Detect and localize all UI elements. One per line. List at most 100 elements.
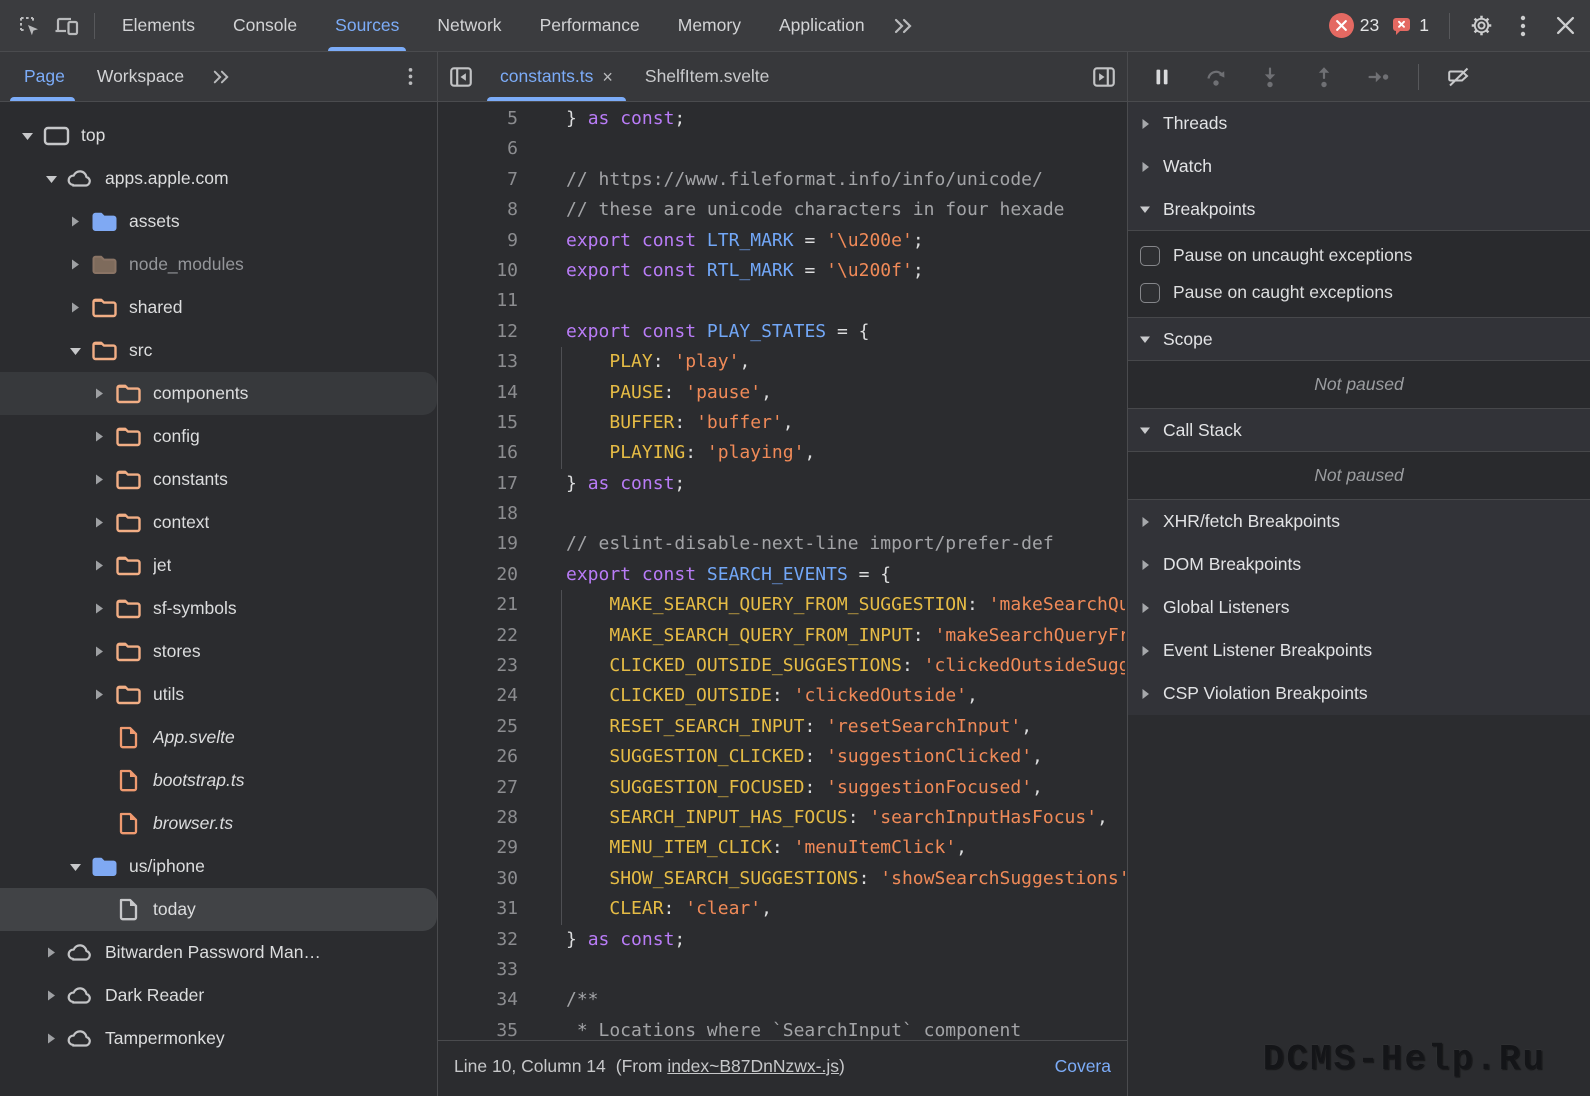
section-call-stack[interactable]: Call Stack	[1128, 409, 1590, 452]
chevron-right-icon[interactable]	[88, 387, 110, 400]
close-tab-icon[interactable]: ×	[602, 68, 613, 86]
more-tabs-icon[interactable]	[884, 8, 922, 44]
line-number[interactable]: 32	[438, 925, 518, 955]
line-number[interactable]: 12	[438, 317, 518, 347]
step-out-icon[interactable]	[1302, 59, 1346, 95]
hide-navigator-icon[interactable]	[438, 52, 484, 101]
tree-item-constants[interactable]: constants	[0, 458, 437, 501]
chevron-right-icon[interactable]	[40, 989, 62, 1002]
tab-memory[interactable]: Memory	[659, 0, 760, 51]
code-line[interactable]: 18	[438, 499, 1127, 529]
step-over-icon[interactable]	[1194, 59, 1238, 95]
checkbox-unchecked-icon[interactable]	[1140, 283, 1160, 303]
chevron-right-icon[interactable]	[88, 645, 110, 658]
sourcemap-link[interactable]: index~B87DnNzwx-.js	[667, 1056, 839, 1076]
issues-badge[interactable]: 1	[1391, 15, 1429, 37]
tree-item-bitwarden-password-man[interactable]: Bitwarden Password Man…	[0, 931, 437, 974]
coverage-link[interactable]: Covera	[1045, 1056, 1111, 1077]
chevron-down-icon[interactable]	[64, 346, 86, 356]
step-into-icon[interactable]	[1248, 59, 1292, 95]
line-number[interactable]: 13	[438, 347, 518, 377]
close-icon[interactable]	[1546, 8, 1584, 44]
line-number[interactable]: 28	[438, 803, 518, 833]
line-number[interactable]: 5	[438, 104, 518, 134]
tab-performance[interactable]: Performance	[521, 0, 659, 51]
chevron-right-icon[interactable]	[88, 559, 110, 572]
line-number[interactable]: 9	[438, 226, 518, 256]
code-line[interactable]: 27 SUGGESTION_FOCUSED: 'suggestionFocuse…	[438, 773, 1127, 803]
line-number[interactable]: 33	[438, 955, 518, 985]
code-line[interactable]: 6	[438, 134, 1127, 164]
section-scope[interactable]: Scope	[1128, 318, 1590, 361]
tree-item-today[interactable]: today	[0, 888, 437, 931]
code-line[interactable]: 33	[438, 955, 1127, 985]
code-line[interactable]: 29 MENU_ITEM_CLICK: 'menuItemClick',	[438, 833, 1127, 863]
line-number[interactable]: 35	[438, 1016, 518, 1040]
line-number[interactable]: 18	[438, 499, 518, 529]
tree-item-us-iphone[interactable]: us/iphone	[0, 845, 437, 888]
line-number[interactable]: 25	[438, 712, 518, 742]
line-number[interactable]: 27	[438, 773, 518, 803]
code-line[interactable]: 24 CLICKED_OUTSIDE: 'clickedOutside',	[438, 681, 1127, 711]
code-line[interactable]: 9export const LTR_MARK = '\u200e';	[438, 226, 1127, 256]
chevron-right-icon[interactable]	[88, 602, 110, 615]
code-line[interactable]: 15 BUFFER: 'buffer',	[438, 408, 1127, 438]
chevron-right-icon[interactable]	[88, 473, 110, 486]
code-line[interactable]: 11	[438, 286, 1127, 316]
tab-constants-ts[interactable]: constants.ts ×	[484, 52, 629, 101]
tab-elements[interactable]: Elements	[103, 0, 214, 51]
tree-item-sf-symbols[interactable]: sf-symbols	[0, 587, 437, 630]
code-line[interactable]: 17} as const;	[438, 469, 1127, 499]
tree-item-browser-ts[interactable]: browser.ts	[0, 802, 437, 845]
chevron-right-icon[interactable]	[64, 215, 86, 228]
code-line[interactable]: 20export const SEARCH_EVENTS = {	[438, 560, 1127, 590]
line-number[interactable]: 29	[438, 833, 518, 863]
tree-item-components[interactable]: components	[0, 372, 437, 415]
tree-item-stores[interactable]: stores	[0, 630, 437, 673]
code-line[interactable]: 23 CLICKED_OUTSIDE_SUGGESTIONS: 'clicked…	[438, 651, 1127, 681]
line-number[interactable]: 24	[438, 681, 518, 711]
code-line[interactable]: 10export const RTL_MARK = '\u200f';	[438, 256, 1127, 286]
line-number[interactable]: 19	[438, 529, 518, 559]
code-line[interactable]: 35 * Locations where `SearchInput` compo…	[438, 1016, 1127, 1040]
more-nav-tabs-icon[interactable]	[202, 59, 240, 95]
section-global-listeners[interactable]: Global Listeners	[1128, 586, 1590, 629]
section-xhr-breakpoints[interactable]: XHR/fetch Breakpoints	[1128, 500, 1590, 543]
line-number[interactable]: 30	[438, 864, 518, 894]
chevron-right-icon[interactable]	[40, 946, 62, 959]
tree-item-apps-apple-com[interactable]: apps.apple.com	[0, 157, 437, 200]
chevron-right-icon[interactable]	[88, 688, 110, 701]
line-number[interactable]: 11	[438, 286, 518, 316]
code-line[interactable]: 25 RESET_SEARCH_INPUT: 'resetSearchInput…	[438, 712, 1127, 742]
tree-item-app-svelte[interactable]: App.svelte	[0, 716, 437, 759]
code-line[interactable]: 28 SEARCH_INPUT_HAS_FOCUS: 'searchInputH…	[438, 803, 1127, 833]
deactivate-breakpoints-icon[interactable]	[1437, 59, 1481, 95]
section-dom-breakpoints[interactable]: DOM Breakpoints	[1128, 543, 1590, 586]
chevron-right-icon[interactable]	[64, 258, 86, 271]
show-debugger-panel-icon[interactable]	[1081, 52, 1127, 101]
chevron-right-icon[interactable]	[64, 301, 86, 314]
code-line[interactable]: 26 SUGGESTION_CLICKED: 'suggestionClicke…	[438, 742, 1127, 772]
tab-console[interactable]: Console	[214, 0, 316, 51]
chevron-right-icon[interactable]	[88, 430, 110, 443]
line-number[interactable]: 7	[438, 165, 518, 195]
line-number[interactable]: 34	[438, 985, 518, 1015]
code-editor[interactable]: 5} as const;67// https://www.fileformat.…	[438, 102, 1127, 1040]
section-csp-violation-breakpoints[interactable]: CSP Violation Breakpoints	[1128, 672, 1590, 715]
code-line[interactable]: 16 PLAYING: 'playing',	[438, 438, 1127, 468]
line-number[interactable]: 17	[438, 469, 518, 499]
tab-sources[interactable]: Sources	[316, 0, 418, 51]
tree-item-top[interactable]: top	[0, 114, 437, 157]
tab-page[interactable]: Page	[8, 52, 81, 101]
navigator-kebab-icon[interactable]	[391, 59, 429, 95]
section-event-listener-breakpoints[interactable]: Event Listener Breakpoints	[1128, 629, 1590, 672]
line-number[interactable]: 16	[438, 438, 518, 468]
pause-caught-row[interactable]: Pause on caught exceptions	[1128, 274, 1590, 311]
line-number[interactable]: 8	[438, 195, 518, 225]
line-number[interactable]: 6	[438, 134, 518, 164]
device-toolbar-icon[interactable]	[48, 8, 86, 44]
tree-item-context[interactable]: context	[0, 501, 437, 544]
line-number[interactable]: 31	[438, 894, 518, 924]
line-number[interactable]: 21	[438, 590, 518, 620]
pause-uncaught-row[interactable]: Pause on uncaught exceptions	[1128, 237, 1590, 274]
